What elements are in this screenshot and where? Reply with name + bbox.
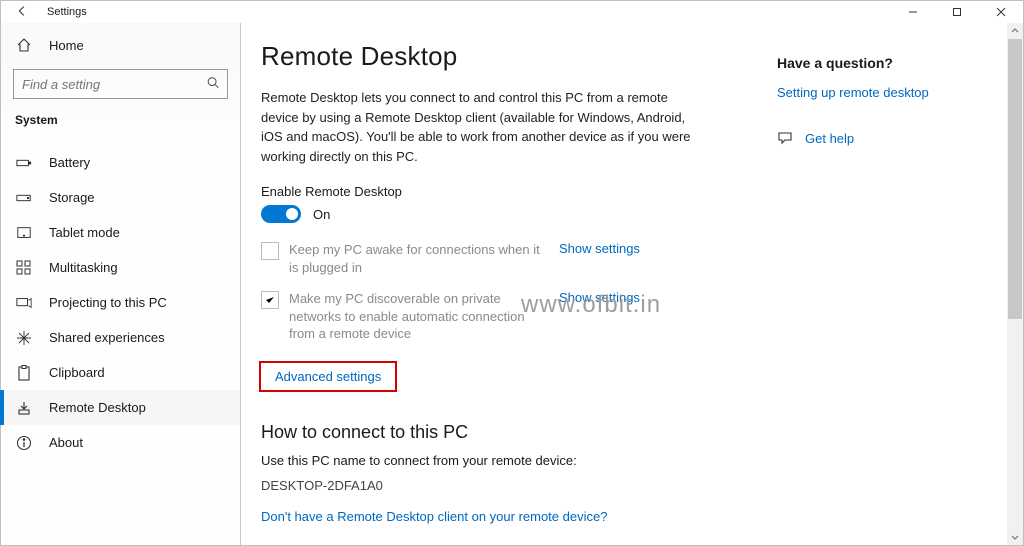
multitasking-icon	[15, 260, 33, 276]
clipboard-icon	[15, 365, 33, 381]
window-title: Settings	[47, 6, 87, 18]
home-icon	[15, 37, 33, 53]
pc-name: DESKTOP-2DFA1A0	[261, 478, 757, 493]
sidebar-item-label: Multitasking	[49, 260, 118, 275]
about-icon	[15, 435, 33, 451]
sidebar-item-shared[interactable]: Shared experiences	[1, 320, 240, 355]
scroll-down-button[interactable]	[1007, 529, 1023, 545]
help-icon	[777, 130, 793, 146]
minimize-button[interactable]	[891, 1, 935, 23]
sidebar-item-label: Projecting to this PC	[49, 295, 167, 310]
advanced-settings-link[interactable]: Advanced settings	[275, 369, 381, 384]
sidebar-item-label: Tablet mode	[49, 225, 120, 240]
get-help-link[interactable]: Get help	[805, 131, 854, 146]
keep-awake-show-settings[interactable]: Show settings	[559, 241, 640, 256]
question-heading: Have a question?	[777, 55, 989, 71]
projecting-icon	[15, 295, 33, 311]
search-icon	[206, 76, 220, 93]
connect-text: Use this PC name to connect from your re…	[261, 453, 757, 468]
connect-heading: How to connect to this PC	[261, 422, 757, 443]
battery-icon	[15, 155, 33, 171]
enable-label: Enable Remote Desktop	[261, 184, 757, 199]
sidebar-item-battery[interactable]: Battery	[1, 145, 240, 180]
search-input[interactable]	[13, 69, 228, 99]
page-title: Remote Desktop	[261, 41, 757, 72]
sidebar-item-about[interactable]: About	[1, 425, 240, 460]
content: Remote Desktop Remote Desktop lets you c…	[241, 23, 777, 545]
discoverable-show-settings[interactable]: Show settings	[559, 290, 640, 305]
shared-icon	[15, 330, 33, 346]
sidebar-item-projecting[interactable]: Projecting to this PC	[1, 285, 240, 320]
sidebar: Home System Battery Storage	[1, 23, 241, 545]
right-column: Have a question? Setting up remote deskt…	[777, 23, 1007, 545]
sidebar-home-label: Home	[49, 38, 84, 53]
discoverable-checkbox[interactable]	[261, 291, 279, 309]
storage-icon	[15, 190, 33, 206]
sidebar-item-label: Battery	[49, 155, 90, 170]
sidebar-item-label: Remote Desktop	[49, 400, 146, 415]
sidebar-category: System	[1, 105, 240, 137]
titlebar: Settings	[1, 1, 1023, 23]
remote-icon	[15, 400, 33, 416]
sidebar-item-clipboard[interactable]: Clipboard	[1, 355, 240, 390]
sidebar-home[interactable]: Home	[1, 27, 240, 63]
scroll-thumb[interactable]	[1008, 39, 1022, 319]
keep-awake-checkbox[interactable]	[261, 242, 279, 260]
close-button[interactable]	[979, 1, 1023, 23]
sidebar-item-label: Shared experiences	[49, 330, 165, 345]
sidebar-item-multitasking[interactable]: Multitasking	[1, 250, 240, 285]
sidebar-item-remote-desktop[interactable]: Remote Desktop	[1, 390, 240, 425]
sidebar-item-label: About	[49, 435, 83, 450]
keep-awake-label: Keep my PC awake for connections when it…	[289, 241, 549, 276]
advanced-settings-highlight: Advanced settings	[259, 361, 397, 392]
sidebar-item-label: Storage	[49, 190, 95, 205]
page-description: Remote Desktop lets you connect to and c…	[261, 88, 691, 166]
sidebar-item-storage[interactable]: Storage	[1, 180, 240, 215]
no-client-link[interactable]: Don't have a Remote Desktop client on yo…	[261, 509, 607, 524]
back-icon[interactable]	[15, 4, 29, 21]
sidebar-item-tablet-mode[interactable]: Tablet mode	[1, 215, 240, 250]
discoverable-label: Make my PC discoverable on private netwo…	[289, 290, 549, 343]
tablet-icon	[15, 225, 33, 241]
enable-toggle[interactable]	[261, 205, 301, 223]
scrollbar[interactable]	[1007, 23, 1023, 545]
setup-remote-link[interactable]: Setting up remote desktop	[777, 85, 989, 100]
toggle-state: On	[313, 207, 330, 222]
sidebar-item-label: Clipboard	[49, 365, 105, 380]
scroll-up-button[interactable]	[1007, 23, 1023, 39]
maximize-button[interactable]	[935, 1, 979, 23]
